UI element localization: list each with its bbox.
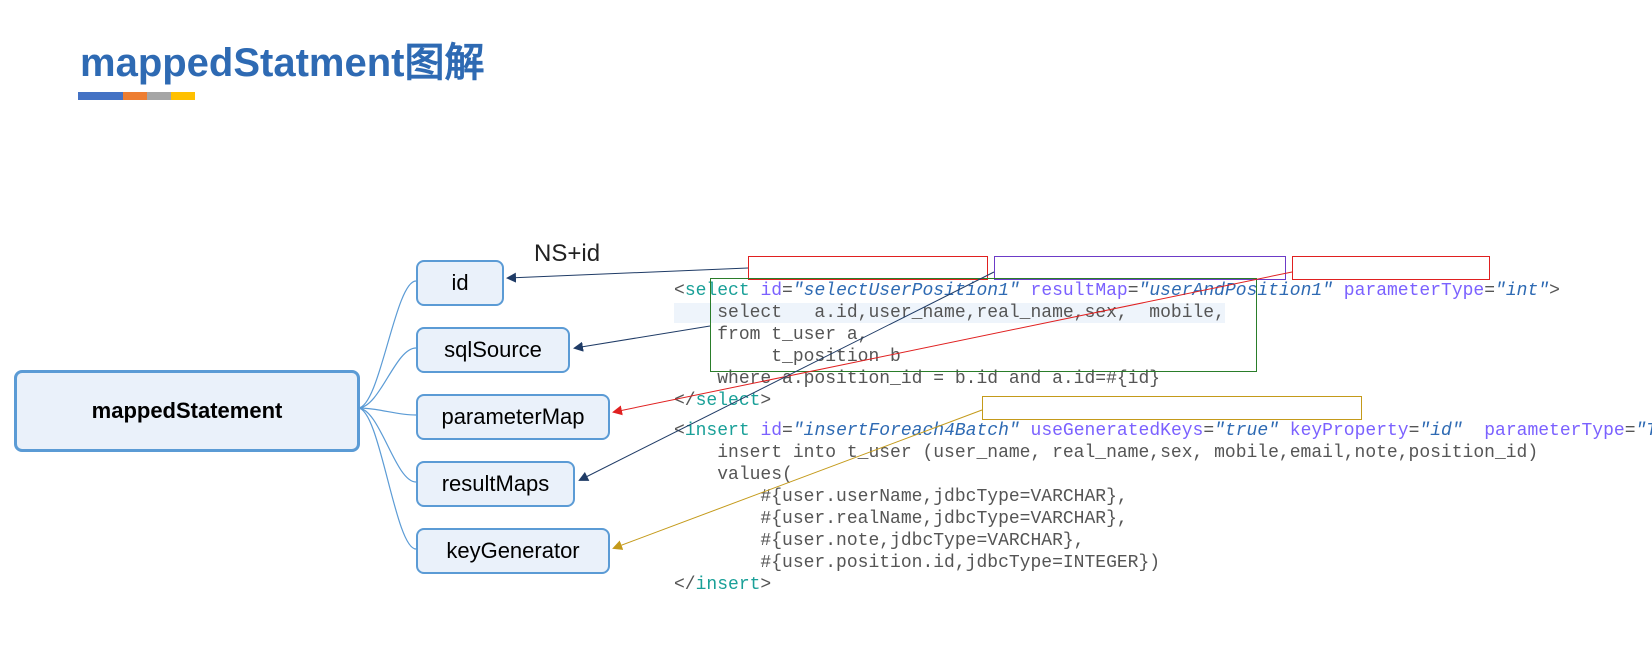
title-underline (78, 92, 195, 100)
node-label: resultMaps (442, 471, 550, 497)
sql-line: values( (674, 465, 793, 485)
sql-line: where a.position_id = b.id and a.id=#{id… (674, 369, 1160, 389)
attr-name: useGeneratedKeys (1031, 421, 1204, 441)
sql-line: #{user.position.id,jdbcType=INTEGER}) (674, 553, 1160, 573)
attr-name: keyProperty (1290, 421, 1409, 441)
box-select-body (710, 278, 1257, 372)
tag: insert (696, 575, 761, 595)
underline-seg (171, 92, 195, 100)
box-select-resultmap (994, 256, 1286, 280)
node-keygenerator: keyGenerator (416, 528, 610, 574)
node-resultmaps: resultMaps (416, 461, 575, 507)
underline-seg (147, 92, 171, 100)
node-root: mappedStatement (14, 370, 360, 452)
node-id: id (416, 260, 504, 306)
node-label: keyGenerator (446, 538, 579, 564)
attr-val: "true" (1214, 421, 1279, 441)
attr-name: id (760, 421, 782, 441)
attr-val: "int" (1495, 281, 1549, 301)
attr-name: parameterType (1484, 421, 1624, 441)
box-select-paramtype (1292, 256, 1490, 280)
code-insert: <insert id="insertForeach4Batch" useGene… (674, 398, 1652, 596)
node-root-label: mappedStatement (92, 398, 283, 424)
sql-line: #{user.realName,jdbcType=VARCHAR}, (674, 509, 1128, 529)
tag: insert (685, 421, 750, 441)
box-insert-keys (982, 396, 1362, 420)
sql-line: #{user.note,jdbcType=VARCHAR}, (674, 531, 1084, 551)
attr-val: "insertForeach4Batch" (793, 421, 1020, 441)
annot-nsid: NS+id (534, 240, 600, 268)
underline-seg (123, 92, 147, 100)
node-label: parameterMap (441, 404, 584, 430)
node-parametermap: parameterMap (416, 394, 610, 440)
sql-line: #{user.userName,jdbcType=VARCHAR}, (674, 487, 1128, 507)
node-sqlsource: sqlSource (416, 327, 570, 373)
box-select-id (748, 256, 988, 280)
page-title: mappedStatment图解 (80, 30, 485, 88)
attr-val: "id" (1419, 421, 1462, 441)
attr-name: parameterType (1344, 281, 1484, 301)
node-label: id (451, 270, 468, 296)
underline-seg (78, 92, 123, 100)
attr-val: "TUser" (1636, 421, 1652, 441)
sql-line: insert into t_user (user_name, real_name… (674, 443, 1538, 463)
node-label: sqlSource (444, 337, 542, 363)
